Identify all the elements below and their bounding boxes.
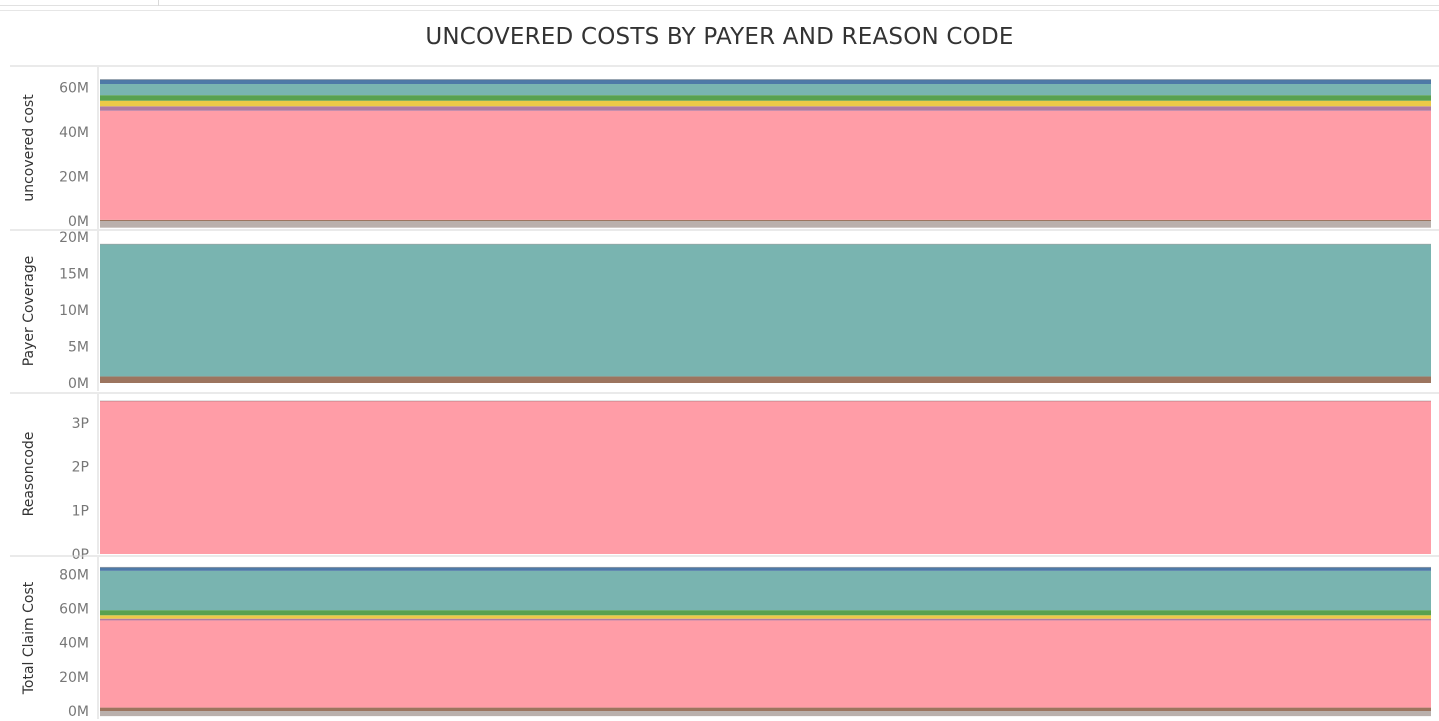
- chart-panel-3: 0P 1P 2P 3P Reasoncode: [10, 392, 1439, 563]
- y-axis-title: uncovered cost: [21, 94, 37, 202]
- chart-panel-2: 0M 5M 10M 15M 20M Payer Coverage: [10, 229, 1439, 392]
- area-band-green: [100, 95, 1431, 101]
- area-band-pink: [100, 401, 1431, 554]
- y-tick-label: 20M: [59, 169, 89, 185]
- chart-panel-1: 0M 20M 40M 60M uncovered cost: [10, 65, 1439, 230]
- area-band-purple: [100, 618, 1431, 621]
- y-tick-label: 0M: [68, 704, 89, 720]
- area-band-yellow: [100, 615, 1431, 619]
- area-band-pink: [100, 110, 1431, 220]
- y-axis-title: Total Claim Cost: [21, 581, 37, 695]
- area-band-brown: [100, 707, 1431, 711]
- y-tick-label: 40M: [59, 636, 89, 652]
- area-band-brown: [100, 219, 1431, 221]
- y-tick-label: 1P: [72, 503, 89, 519]
- area-band-yellow: [100, 100, 1431, 107]
- y-tick-label: 10M: [59, 303, 89, 319]
- y-tick-label: 0M: [68, 376, 89, 392]
- chart-panel-4: 0M 20M 40M 60M 80M Total Claim Cost: [10, 555, 1439, 720]
- y-tick-label: 5M: [68, 340, 89, 356]
- y-tick-label: 15M: [59, 267, 89, 283]
- area-band-purple: [100, 106, 1431, 111]
- chart-area: 0M20M40M60Muncovered cost0M5M10M15M20MPa…: [10, 65, 1439, 720]
- area-band-pink: [100, 620, 1431, 708]
- y-tick-label: 20M: [59, 230, 89, 246]
- area-band-blue: [100, 567, 1431, 571]
- area-band-gray: [100, 221, 1431, 228]
- y-tick-label: 80M: [59, 567, 89, 583]
- y-tick-label: 0M: [68, 214, 89, 230]
- area-band-brown: [100, 376, 1431, 383]
- area-band-teal: [100, 84, 1431, 96]
- y-tick-label: 40M: [59, 125, 89, 141]
- area-band-green: [100, 610, 1431, 616]
- y-tick-label: 2P: [72, 460, 89, 476]
- y-tick-label: 0P: [72, 547, 89, 563]
- y-tick-label: 60M: [59, 80, 89, 96]
- area-band-teal: [100, 244, 1431, 377]
- y-axis-title: Reasoncode: [21, 432, 37, 517]
- y-tick-label: 3P: [72, 416, 89, 432]
- area-band-gray: [100, 711, 1431, 717]
- y-axis-title: Payer Coverage: [21, 256, 37, 367]
- y-tick-label: 60M: [59, 601, 89, 617]
- y-tick-label: 20M: [59, 670, 89, 686]
- area-band-blue: [100, 79, 1431, 85]
- area-band-teal: [100, 570, 1431, 611]
